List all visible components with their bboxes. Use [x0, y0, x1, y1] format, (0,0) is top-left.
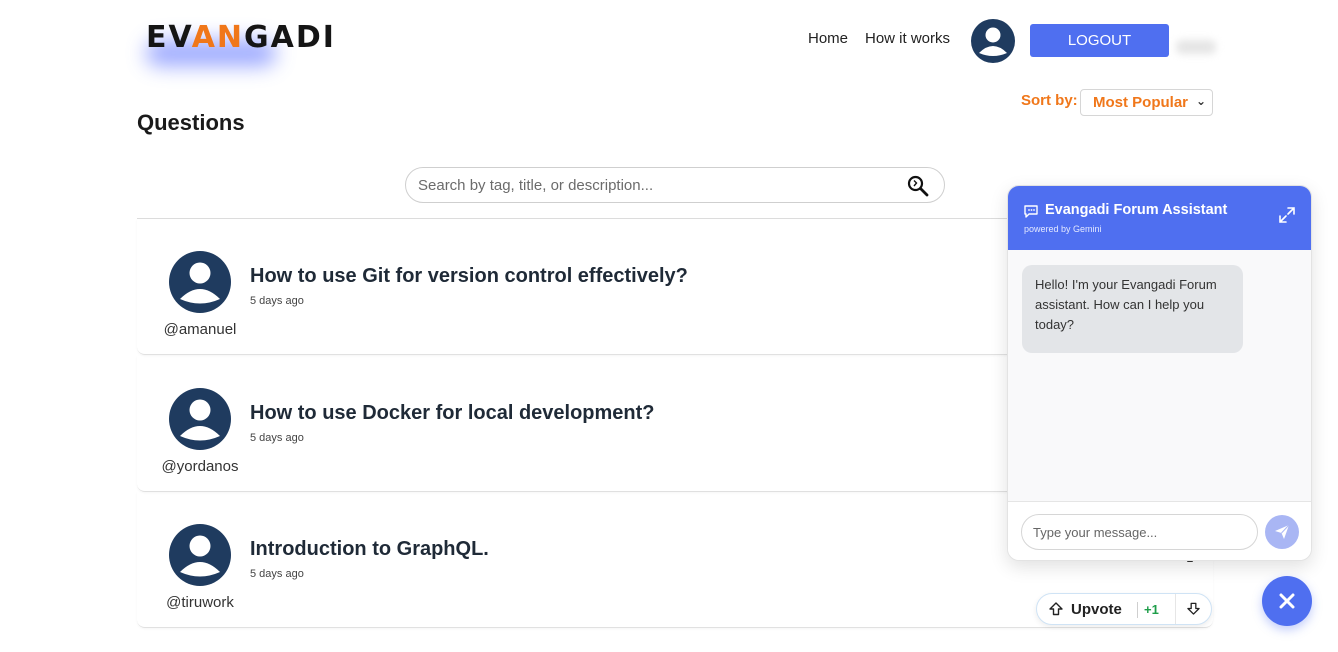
upvote-button[interactable]: Upvote	[1071, 601, 1122, 618]
logout-button[interactable]: LOGOUT	[1030, 24, 1169, 57]
chat-subtitle: powered by Gemini	[1024, 224, 1102, 234]
search-icon[interactable]	[906, 174, 930, 198]
send-button[interactable]	[1265, 515, 1299, 549]
page-title: Questions	[137, 110, 245, 135]
send-icon	[1275, 524, 1290, 539]
close-icon	[1279, 593, 1295, 609]
chat-header: Evangadi Forum Assistant powered by Gemi…	[1008, 186, 1311, 250]
chat-bubble-icon	[1024, 205, 1038, 218]
question-title[interactable]: How to use Docker for local development?	[250, 402, 655, 425]
vote-separator	[1137, 602, 1138, 618]
question-title[interactable]: How to use Git for version control effec…	[250, 265, 688, 288]
vote-count: +1	[1144, 602, 1159, 617]
header: EVANGADI Home How it works LOGOUT	[0, 0, 1338, 80]
question-timestamp: 5 days ago	[250, 295, 304, 307]
sort-selected-value: Most Popular	[1093, 94, 1189, 111]
nav-home-link[interactable]: Home	[808, 30, 848, 47]
user-avatar-icon	[169, 251, 231, 313]
chat-panel: Evangadi Forum Assistant powered by Gemi…	[1007, 185, 1312, 561]
question-title[interactable]: Introduction to GraphQL.	[250, 538, 489, 561]
sort-select[interactable]: Most Popular ⌄	[1080, 89, 1213, 116]
search-bar	[405, 167, 945, 203]
chat-input-area	[1008, 501, 1311, 560]
question-timestamp: 5 days ago	[250, 432, 304, 444]
upvote-arrow-icon[interactable]	[1049, 602, 1063, 616]
assistant-message: Hello! I'm your Evangadi Forum assistant…	[1022, 265, 1243, 353]
search-input[interactable]	[418, 168, 888, 202]
chat-title: Evangadi Forum Assistant	[1045, 202, 1228, 218]
downvote-arrow-icon	[1187, 602, 1200, 615]
chat-message-input[interactable]	[1021, 514, 1258, 550]
sort-label: Sort by:	[1021, 92, 1078, 109]
expand-icon[interactable]	[1278, 206, 1296, 224]
chat-close-button[interactable]	[1262, 576, 1312, 626]
question-timestamp: 5 days ago	[250, 568, 304, 580]
question-author: @yordanos	[161, 458, 239, 475]
user-avatar-icon	[169, 524, 231, 586]
user-avatar-icon	[169, 388, 231, 450]
chevron-down-icon: ⌄	[1195, 94, 1206, 108]
blurred-element	[1176, 40, 1216, 54]
logo[interactable]: EVANGADI	[146, 20, 341, 66]
question-author: @amanuel	[163, 321, 237, 338]
logo-text: EVANGADI	[146, 20, 336, 55]
nav-how-it-works-link[interactable]: How it works	[865, 30, 950, 47]
user-avatar-icon[interactable]	[971, 19, 1015, 63]
chat-messages: Hello! I'm your Evangadi Forum assistant…	[1008, 250, 1311, 501]
vote-widget: Upvote +1	[1036, 593, 1212, 625]
question-author: @tiruwork	[166, 594, 234, 611]
downvote-button[interactable]	[1175, 594, 1211, 624]
